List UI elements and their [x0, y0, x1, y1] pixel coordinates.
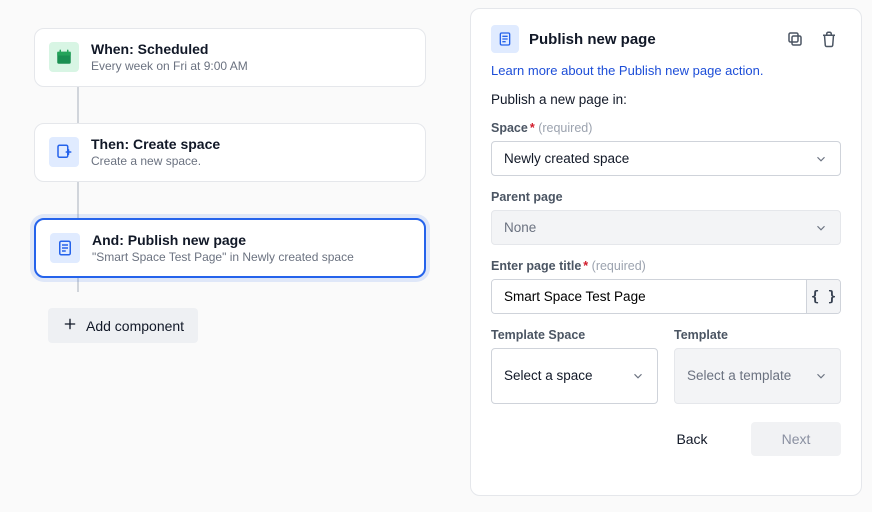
chevron-down-icon [814, 221, 828, 235]
template-space-label: Template Space [491, 328, 658, 342]
add-component-label: Add component [86, 318, 184, 334]
template-space-select[interactable]: Select a space [491, 348, 658, 404]
flow-connector [77, 87, 79, 123]
panel-intro: Publish a new page in: [491, 92, 841, 107]
parent-value: None [504, 220, 536, 235]
space-select[interactable]: Newly created space [491, 141, 841, 176]
chevron-down-icon [814, 369, 828, 383]
next-button[interactable]: Next [751, 422, 841, 456]
flow-and-subtitle: "Smart Space Test Page" in Newly created… [92, 250, 354, 266]
page-title-input-wrap: { } [491, 279, 841, 314]
space-value: Newly created space [504, 151, 629, 166]
page-icon [50, 233, 80, 263]
flow-then-subtitle: Create a new space. [91, 154, 220, 170]
page-title-label: Enter page title* (required) [491, 259, 841, 273]
flow-and-title: And: Publish new page [92, 231, 354, 249]
flow-when-subtitle: Every week on Fri at 9:00 AM [91, 59, 248, 75]
chevron-down-icon [814, 152, 828, 166]
parent-label: Parent page [491, 190, 841, 204]
plus-icon [62, 316, 78, 335]
template-space-value: Select a space [504, 368, 593, 384]
template-value: Select a template [687, 368, 791, 384]
flow-then-title: Then: Create space [91, 135, 220, 153]
parent-select[interactable]: None [491, 210, 841, 245]
flow-card-when[interactable]: When: Scheduled Every week on Fri at 9:0… [34, 28, 426, 87]
add-component-button[interactable]: Add component [48, 308, 198, 343]
template-label: Template [674, 328, 841, 342]
delete-button[interactable] [817, 27, 841, 51]
flow-when-title: When: Scheduled [91, 40, 248, 58]
flow-card-then[interactable]: Then: Create space Create a new space. [34, 123, 426, 182]
calendar-icon [49, 42, 79, 72]
page-title-input[interactable] [492, 280, 806, 313]
learn-more-link[interactable]: Learn more about the Publish new page ac… [491, 63, 841, 78]
space-label: Space* (required) [491, 121, 841, 135]
config-panel: Publish new page Learn more about the Pu… [470, 8, 862, 496]
flow-connector [77, 278, 79, 292]
chevron-down-icon [631, 369, 645, 383]
flow-connector [77, 182, 79, 218]
duplicate-button[interactable] [783, 27, 807, 51]
insert-variable-button[interactable]: { } [806, 280, 840, 313]
template-select[interactable]: Select a template [674, 348, 841, 404]
back-button[interactable]: Back [647, 422, 737, 456]
create-space-icon [49, 137, 79, 167]
panel-title: Publish new page [529, 31, 773, 48]
page-icon [491, 25, 519, 53]
flow-card-and[interactable]: And: Publish new page "Smart Space Test … [34, 218, 426, 279]
